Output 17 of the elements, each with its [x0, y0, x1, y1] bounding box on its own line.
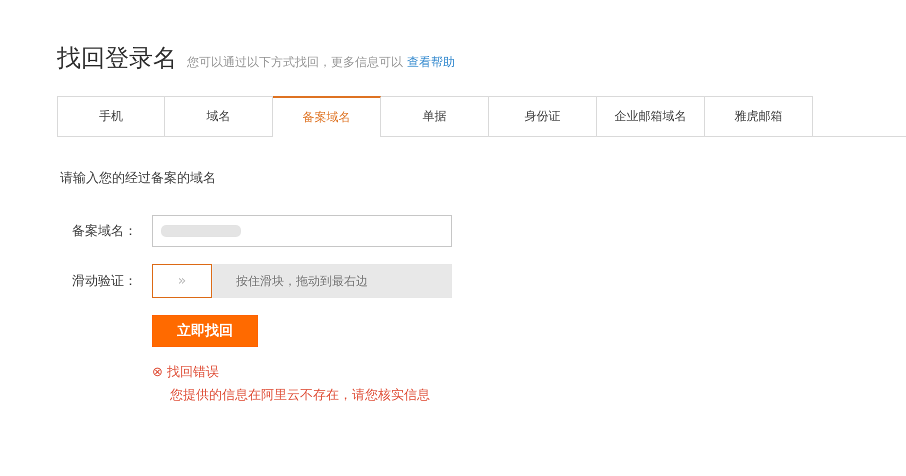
tab[interactable]: 单据: [381, 96, 489, 136]
page-title: 找回登录名: [57, 43, 177, 74]
page-subtitle: 您可以通过以下方式找回，更多信息可以: [187, 54, 403, 71]
domain-input-field[interactable]: [152, 215, 452, 247]
error-icon: ⊗: [152, 364, 163, 380]
tab[interactable]: 企业邮箱域名: [597, 96, 705, 136]
error-title: 找回错误: [166, 364, 219, 381]
slider-hint: 按住滑块，拖动到最右边: [236, 272, 368, 290]
tab[interactable]: 域名: [165, 96, 273, 136]
tab[interactable]: 雅虎邮箱: [705, 96, 813, 136]
field-label: 备案域名：: [71, 223, 138, 240]
help-link[interactable]: 查看帮助: [407, 54, 455, 71]
field-label: 滑动验证：: [71, 273, 138, 290]
error-message: 您提供的信息在阿里云不存在，请您核实信息: [170, 387, 431, 404]
instruction-text: 请输入您的经过备案的域名: [60, 170, 217, 187]
tab[interactable]: 手机: [57, 96, 165, 136]
tab[interactable]: 身份证: [489, 96, 597, 136]
